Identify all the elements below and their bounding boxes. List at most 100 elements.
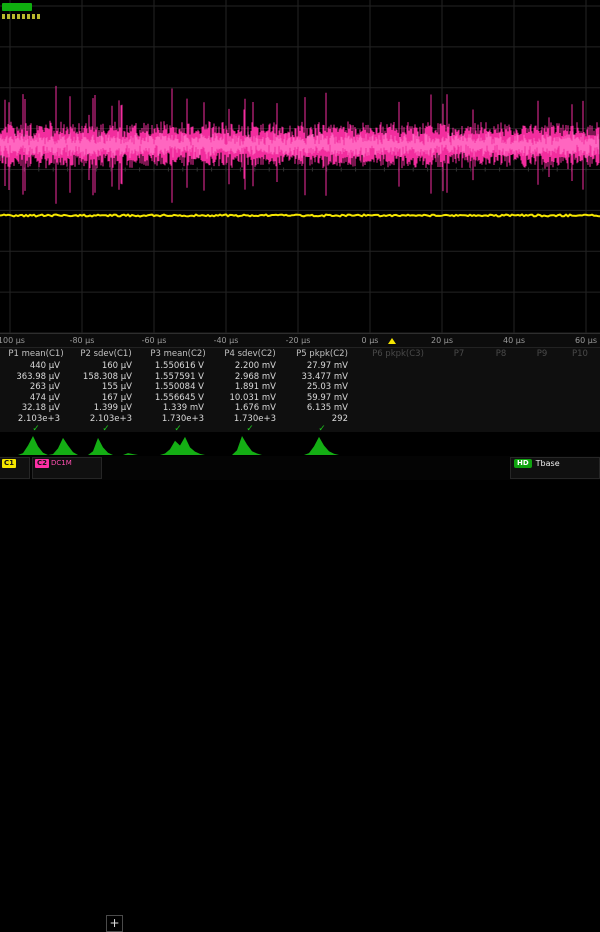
measurement-value: 1.730e+3 bbox=[214, 414, 286, 425]
measurement-value: 160 µV bbox=[70, 361, 142, 372]
measurement-value: 158.308 µV bbox=[70, 372, 142, 383]
c2-scale: 10.0 mV bbox=[35, 478, 99, 479]
time-label: 60 µs bbox=[575, 336, 597, 345]
measurement-value bbox=[522, 414, 562, 425]
waveform-display[interactable] bbox=[0, 0, 600, 333]
measurement-value bbox=[438, 372, 480, 383]
measurement-value bbox=[480, 382, 522, 393]
oscilloscope-screen: -100 µs-80 µs-60 µs-40 µs-20 µs0 µs20 µs… bbox=[0, 0, 600, 480]
measurement-value: 1.399 µV bbox=[70, 403, 142, 414]
measurement-value: 1.550084 V bbox=[142, 382, 214, 393]
measurement-value bbox=[480, 414, 522, 425]
measurement-header[interactable]: P9 bbox=[522, 348, 562, 361]
measurement-value bbox=[562, 403, 598, 414]
status-chip-green[interactable] bbox=[2, 3, 32, 11]
measurement-value: 363.98 µV bbox=[2, 372, 70, 383]
measurement-value bbox=[562, 361, 598, 372]
measurement-value: 1.556645 V bbox=[142, 393, 214, 404]
measurement-value bbox=[562, 372, 598, 383]
measurement-value bbox=[480, 403, 522, 414]
measurement-value: 474 µV bbox=[2, 393, 70, 404]
c2-chip: C2 bbox=[35, 459, 49, 468]
time-label: -60 µs bbox=[142, 336, 167, 345]
measurement-value bbox=[522, 403, 562, 414]
histicons bbox=[0, 432, 600, 456]
measurement-value: 1.557591 V bbox=[142, 372, 214, 383]
trigger-position-marker[interactable] bbox=[388, 338, 396, 344]
histicon[interactable] bbox=[304, 433, 364, 455]
measurement-value: 1.550616 V bbox=[142, 361, 214, 372]
time-label: -100 µs bbox=[0, 336, 25, 345]
histicon[interactable] bbox=[18, 433, 78, 455]
measurement-value: 440 µV bbox=[2, 361, 70, 372]
measurement-header[interactable]: P7 bbox=[438, 348, 480, 361]
measurement-value: 10.031 mV bbox=[214, 393, 286, 404]
measurement-value: 27.97 mV bbox=[286, 361, 358, 372]
measurement-value bbox=[480, 393, 522, 404]
time-label: 0 µs bbox=[362, 336, 379, 345]
c1-coupling: DC1M bbox=[4, 478, 25, 479]
timebase-descriptor[interactable]: HDTbase 13 Bits20.0 µs/div bbox=[510, 457, 600, 479]
measurement-value bbox=[438, 414, 480, 425]
measurement-value: 1.676 mV bbox=[214, 403, 286, 414]
measurement-value: 1.339 mV bbox=[142, 403, 214, 414]
measurement-header[interactable]: P2 sdev(C1) bbox=[70, 348, 142, 361]
c2-coupling: DC1M bbox=[51, 459, 72, 467]
measurement-value bbox=[480, 361, 522, 372]
tbase-bits: 13 Bits bbox=[514, 478, 542, 479]
c1-chip: C1 bbox=[2, 459, 16, 468]
measurement-value: 2.968 mV bbox=[214, 372, 286, 383]
measurement-value bbox=[562, 382, 598, 393]
waveform-traces bbox=[0, 0, 600, 333]
status-text-yellow bbox=[2, 14, 42, 19]
measurement-value bbox=[358, 382, 438, 393]
measurement-value: 32.18 µV bbox=[2, 403, 70, 414]
measurement-value bbox=[522, 361, 562, 372]
time-label: 20 µs bbox=[431, 336, 453, 345]
measurement-header[interactable]: P6 pkpk(C3) bbox=[358, 348, 438, 361]
measurement-value: 33.477 mV bbox=[286, 372, 358, 383]
measurement-value: 2.103e+3 bbox=[70, 414, 142, 425]
channel-c1-descriptor[interactable]: C1DC1M -0 mV bbox=[0, 457, 30, 479]
measurement-value bbox=[438, 403, 480, 414]
time-label: -40 µs bbox=[214, 336, 239, 345]
measurement-value bbox=[522, 393, 562, 404]
measurement-value: 263 µV bbox=[2, 382, 70, 393]
measurement-value: 292 bbox=[286, 414, 358, 425]
measurement-value bbox=[522, 382, 562, 393]
measurement-value: 167 µV bbox=[70, 393, 142, 404]
time-axis: -100 µs-80 µs-60 µs-40 µs-20 µs0 µs20 µs… bbox=[0, 333, 600, 347]
measurement-header[interactable]: P4 sdev(C2) bbox=[214, 348, 286, 361]
measurement-value: 2.103e+3 bbox=[2, 414, 70, 425]
tbase-label: Tbase bbox=[536, 459, 560, 468]
measurement-header[interactable]: P10 bbox=[562, 348, 598, 361]
measurement-value bbox=[438, 361, 480, 372]
measurement-table: P1 mean(C1)P2 sdev(C1)P3 mean(C2)P4 sdev… bbox=[0, 347, 600, 432]
bottom-bar: C1DC1M -0 mV C2DC1M 10.0 mV + HDTbase 13… bbox=[0, 456, 600, 480]
measurement-value bbox=[438, 382, 480, 393]
measurement-value bbox=[562, 414, 598, 425]
measurement-value bbox=[480, 372, 522, 383]
measurement-value: 1.730e+3 bbox=[142, 414, 214, 425]
histicon[interactable] bbox=[88, 433, 148, 455]
measurement-value: 155 µV bbox=[70, 382, 142, 393]
measurement-value bbox=[438, 393, 480, 404]
measurement-value: 2.200 mV bbox=[214, 361, 286, 372]
measurement-value bbox=[358, 361, 438, 372]
measurement-value bbox=[358, 403, 438, 414]
measurement-value bbox=[358, 393, 438, 404]
measurement-header[interactable]: P1 mean(C1) bbox=[2, 348, 70, 361]
hd-badge: HD bbox=[514, 459, 532, 468]
measurement-value bbox=[522, 372, 562, 383]
time-label: 40 µs bbox=[503, 336, 525, 345]
measurement-value: 6.135 mV bbox=[286, 403, 358, 414]
histicon[interactable] bbox=[232, 433, 292, 455]
time-label: -20 µs bbox=[286, 336, 311, 345]
measurement-header[interactable]: P5 pkpk(C2) bbox=[286, 348, 358, 361]
measurement-value: 59.97 mV bbox=[286, 393, 358, 404]
crosshair-button[interactable]: + bbox=[106, 915, 123, 932]
histicon[interactable] bbox=[160, 433, 220, 455]
channel-c2-descriptor[interactable]: C2DC1M 10.0 mV bbox=[32, 457, 102, 479]
measurement-header[interactable]: P8 bbox=[480, 348, 522, 361]
measurement-header[interactable]: P3 mean(C2) bbox=[142, 348, 214, 361]
